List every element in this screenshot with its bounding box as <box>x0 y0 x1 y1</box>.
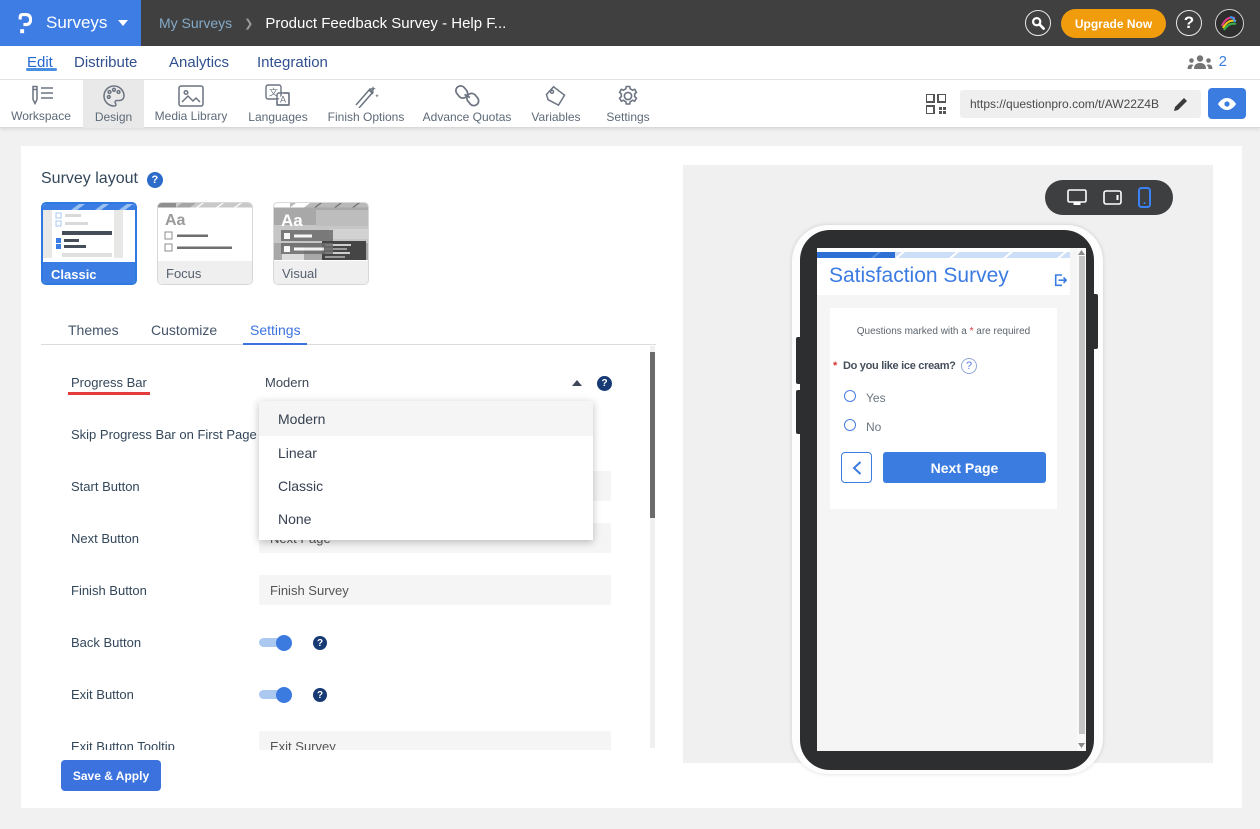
svg-text:文: 文 <box>269 87 278 98</box>
svg-text:Aa: Aa <box>281 211 303 230</box>
svg-text:Aa: Aa <box>165 212 186 229</box>
svg-text:A: A <box>280 95 286 105</box>
